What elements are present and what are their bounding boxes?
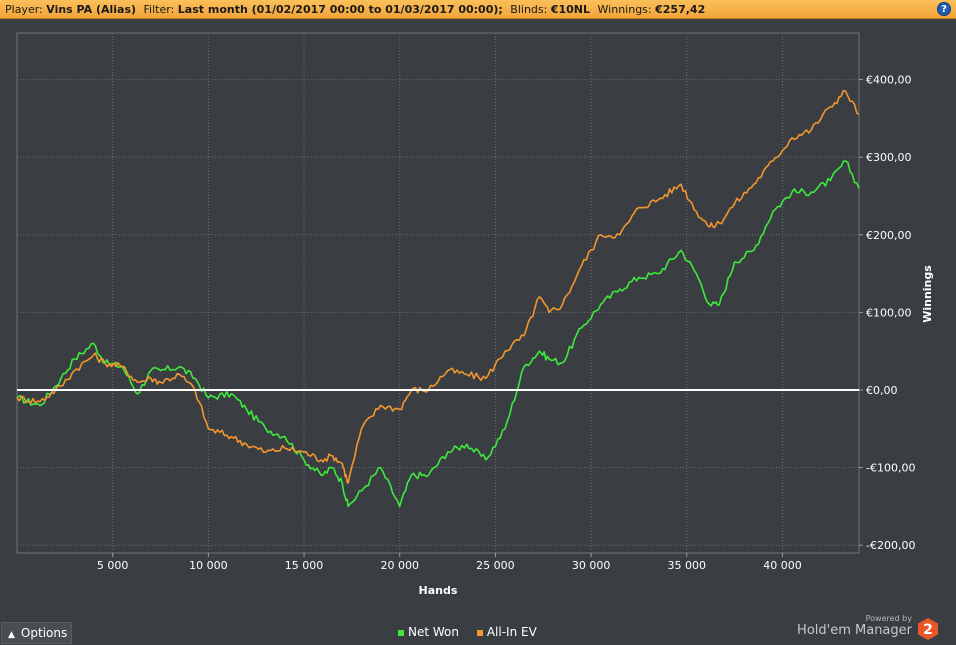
y-axis-title: Winnings <box>921 265 934 323</box>
options-label: Options <box>20 626 68 640</box>
x-tick-label: 30 000 <box>572 559 611 572</box>
x-axis-title: Hands <box>419 584 458 597</box>
help-icon[interactable]: ? <box>937 2 951 16</box>
hem2-logo-icon: 2 <box>918 618 938 640</box>
y-tick-label: €200,00 <box>866 229 912 242</box>
legend-swatch-all-in-ev <box>476 629 483 636</box>
winnings-value: €257,42 <box>655 3 706 16</box>
chart-legend: Net Won All-In EV <box>398 625 551 639</box>
x-tick-label: 10 000 <box>189 559 228 572</box>
x-tick-label: 20 000 <box>380 559 419 572</box>
brand-name: Hold'em Manager <box>797 623 912 638</box>
filter-value: Last month (01/02/2017 00:00 to 01/03/20… <box>177 3 503 16</box>
legend-item-all-in-ev[interactable]: All-In EV <box>476 625 537 639</box>
y-axis-ticks: -€200,00 -€100,00 €0,00 €100,00 €200,00 €300,… <box>859 74 915 552</box>
powered-by-text: Powered by <box>865 614 912 623</box>
y-tick-label: -€100,00 <box>866 462 915 475</box>
winnings-label: Winnings: <box>597 3 652 16</box>
y-tick-label: €0,00 <box>866 384 898 397</box>
x-tick-label: 25 000 <box>476 559 515 572</box>
x-axis-ticks: 5 000 10 000 15 000 20 000 25 000 30 000 35 00… <box>97 553 802 572</box>
x-tick-label: 5 000 <box>97 559 129 572</box>
blinds-label: Blinds: <box>510 3 548 16</box>
legend-swatch-net-won <box>398 629 404 636</box>
options-button[interactable]: ▲ Options <box>1 622 72 644</box>
legend-label-net-won: Net Won <box>408 625 459 639</box>
legend-item-net-won[interactable]: Net Won <box>398 625 459 639</box>
x-tick-label: 15 000 <box>285 559 324 572</box>
x-tick-label: 35 000 <box>668 559 707 572</box>
filter-label: Filter: <box>143 3 175 16</box>
chart-header-bar: Player: Vins PA (Alias) Filter: Last mon… <box>0 0 956 19</box>
caret-up-icon: ▲ <box>8 630 15 640</box>
plot-area <box>16 32 860 554</box>
x-tick-label: 40 000 <box>763 559 802 572</box>
player-label: Player: <box>5 3 43 16</box>
y-tick-label: €100,00 <box>866 306 912 319</box>
legend-label-all-in-ev: All-In EV <box>486 625 537 639</box>
y-tick-label: €300,00 <box>866 151 912 164</box>
player-value: Vins PA (Alias) <box>46 3 137 16</box>
winnings-graph: 5 000 10 000 15 000 20 000 25 000 30 000 35 00… <box>16 32 934 597</box>
blinds-value: €10NL <box>550 3 591 16</box>
y-tick-label: €400,00 <box>866 74 912 87</box>
brand-number: 2 <box>923 622 933 638</box>
y-tick-label: -€200,00 <box>866 539 915 552</box>
